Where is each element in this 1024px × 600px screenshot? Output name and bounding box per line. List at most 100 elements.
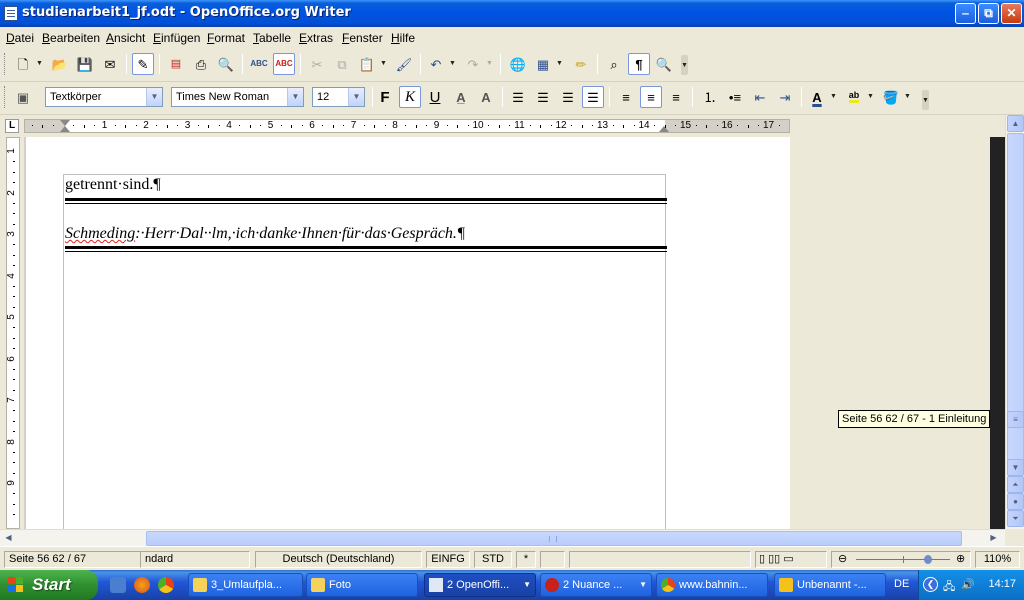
paragraph-line-1[interactable]: getrennt·sind.¶ [65, 176, 161, 194]
redo-dropdown-arrow[interactable]: ▼ [486, 53, 493, 75]
menu-einfuegen[interactable]: Einfügen [153, 31, 200, 45]
misspelled-word[interactable]: Schmeding [65, 225, 135, 242]
zoom-slider[interactable]: ⊖ ⊕ [831, 551, 971, 568]
single-page-view-icon[interactable]: ▯ [759, 553, 765, 565]
scroll-right-button[interactable]: ▶ [986, 530, 1001, 545]
underline-button[interactable]: U [424, 86, 446, 108]
font-size-combo[interactable]: 12 ▼ [312, 87, 365, 107]
background-color-dropdown-arrow[interactable]: ▼ [904, 86, 911, 108]
edit-mode-button[interactable]: ✎ [132, 53, 154, 75]
scroll-up-button[interactable]: ▲ [1007, 115, 1024, 132]
toolbar-grip[interactable] [4, 86, 7, 108]
toolbar-grip[interactable] [4, 53, 7, 75]
line-spacing-2-button[interactable]: ≡ [665, 86, 687, 108]
menu-fenster[interactable]: Fenster [342, 31, 383, 45]
decrease-indent-button[interactable]: ⇤ [749, 86, 771, 108]
ruler-scale[interactable]: 1 2 3 4 5 6 7 8 9 10 11 12 13 14 15 16 17 [24, 119, 790, 133]
chevron-down-icon[interactable]: ▼ [287, 88, 303, 106]
vertical-scrollbar[interactable]: ▲ ≡ ▼ ⏶ ● ⏷ [1005, 115, 1024, 529]
print-button[interactable]: ⎙ [190, 53, 212, 75]
autospellcheck-button[interactable]: ABC [273, 53, 295, 75]
table-button[interactable]: ▦ [532, 53, 554, 75]
scroll-down-button[interactable]: ▼ [1007, 459, 1024, 476]
status-language[interactable]: Deutsch (Deutschland) [255, 551, 422, 568]
start-button[interactable]: Start [0, 570, 98, 600]
task-item-paint[interactable]: Unbenannt -... [774, 573, 886, 597]
quicklaunch-desktop-icon[interactable] [110, 577, 126, 593]
tray-expand-icon[interactable]: ❮ [923, 577, 938, 592]
book-view-icon[interactable]: ▭ [783, 553, 793, 565]
horizontal-ruler[interactable]: L 1 2 3 4 5 6 7 8 9 10 11 12 13 14 15 16 17 [0, 115, 1024, 137]
horizontal-scrollbar[interactable]: ◀ ▶ [0, 529, 1005, 546]
justify-button[interactable]: ☰ [582, 86, 604, 108]
view-layout-group[interactable]: ▯ ▯▯ ▭ [755, 551, 827, 568]
menu-format[interactable]: Format [207, 31, 245, 45]
horizontal-scroll-thumb[interactable] [146, 531, 962, 546]
copy-button[interactable]: ⧉ [331, 53, 353, 75]
paste-button[interactable]: 📋 [356, 53, 378, 75]
line-spacing-1-button[interactable]: ≡ [615, 86, 637, 108]
navigation-button[interactable]: ● [1007, 493, 1024, 510]
bullets-button[interactable]: •≡ [724, 86, 746, 108]
new-document-button[interactable]: 🗋 [12, 53, 34, 75]
find-replace-button[interactable]: ⌕ [603, 53, 625, 75]
cut-button[interactable]: ✂ [306, 53, 328, 75]
status-page-style[interactable]: ndard [140, 551, 250, 568]
save-button[interactable]: 💾 [74, 53, 96, 75]
outline-button[interactable]: A [475, 86, 497, 108]
paragraph-line-2[interactable]: Schmeding:·Herr·Dal··lm,·ich·danke·Ihnen… [65, 225, 465, 243]
bold-button[interactable]: F [374, 86, 396, 108]
menu-tabelle[interactable]: Tabelle [253, 31, 291, 45]
shadow-button[interactable]: A̲ [450, 86, 472, 108]
task-item-folder-umlaufplan[interactable]: 3_Umlaufpla... [188, 573, 303, 597]
network-icon[interactable]: 🖧 [943, 578, 955, 597]
align-left-button[interactable]: ☰ [507, 86, 529, 108]
quicklaunch-firefox-icon[interactable] [134, 577, 150, 593]
menu-extras[interactable]: Extras [299, 31, 333, 45]
quicklaunch-chrome-icon[interactable] [158, 577, 174, 593]
numbering-button[interactable]: ⒈ [699, 86, 721, 108]
table-dropdown-arrow[interactable]: ▼ [556, 53, 563, 75]
toolbar-overflow-arrow[interactable]: ▼ [922, 90, 929, 110]
vertical-ruler[interactable]: 1 2 3 4 5 6 7 8 9 [0, 137, 24, 529]
align-center-button[interactable]: ☰ [532, 86, 554, 108]
status-modified[interactable]: * [516, 551, 536, 568]
close-button[interactable]: ✕ [1001, 3, 1022, 24]
paragraph-style-combo[interactable]: Textkörper ▼ [45, 87, 163, 107]
draw-functions-button[interactable]: ✏ [570, 53, 592, 75]
export-pdf-button[interactable]: ▤ [165, 53, 187, 75]
zoom-out-icon[interactable]: ⊖ [838, 552, 847, 567]
title-bar[interactable]: studienarbeit1_jf.odt - OpenOffice.org W… [0, 0, 1024, 27]
font-color-button[interactable]: A [806, 86, 828, 108]
toolbar-overflow-arrow[interactable]: ▼ [681, 55, 688, 75]
print-preview-button[interactable]: 🔍 [215, 53, 237, 75]
task-item-folder-foto[interactable]: Foto [306, 573, 418, 597]
redo-button[interactable]: ↷ [462, 53, 484, 75]
highlighting-button[interactable]: ab [843, 86, 865, 108]
minimize-button[interactable]: ‒ [955, 3, 976, 24]
zoom-in-icon[interactable]: ⊕ [956, 552, 965, 567]
status-signature[interactable] [540, 551, 565, 568]
left-indent-marker[interactable] [60, 126, 70, 132]
paste-dropdown-arrow[interactable]: ▼ [380, 53, 387, 75]
scroll-left-button[interactable]: ◀ [1, 530, 16, 545]
align-right-button[interactable]: ☰ [557, 86, 579, 108]
zoom-slider-knob[interactable] [923, 555, 932, 564]
menu-ansicht[interactable]: Ansicht [106, 31, 145, 45]
menu-hilfe[interactable]: Hilfe [391, 31, 415, 45]
highlighting-dropdown-arrow[interactable]: ▼ [867, 86, 874, 108]
font-color-dropdown-arrow[interactable]: ▼ [830, 86, 837, 108]
styles-formatting-button[interactable]: ▣ [12, 86, 34, 108]
menu-bearbeiten[interactable]: Bearbeiten [42, 31, 100, 45]
new-dropdown-arrow[interactable]: ▼ [36, 53, 43, 75]
zoom-button[interactable]: 🔍 [653, 53, 675, 75]
undo-button[interactable]: ↶ [425, 53, 447, 75]
document-area[interactable]: getrennt·sind.¶ Schmeding:·Herr·Dal··lm,… [24, 137, 1005, 529]
italic-button[interactable]: K [399, 86, 421, 108]
open-button[interactable]: 📂 [49, 53, 71, 75]
vertical-ruler-scale[interactable]: 1 2 3 4 5 6 7 8 9 [6, 137, 20, 529]
document-page[interactable]: getrennt·sind.¶ Schmeding:·Herr·Dal··lm,… [26, 137, 790, 529]
background-color-button[interactable]: 🪣 [880, 86, 902, 108]
previous-page-button[interactable]: ⏶ [1007, 476, 1024, 493]
task-group-openoffice[interactable]: 2 OpenOffi... ▼ [424, 573, 536, 597]
